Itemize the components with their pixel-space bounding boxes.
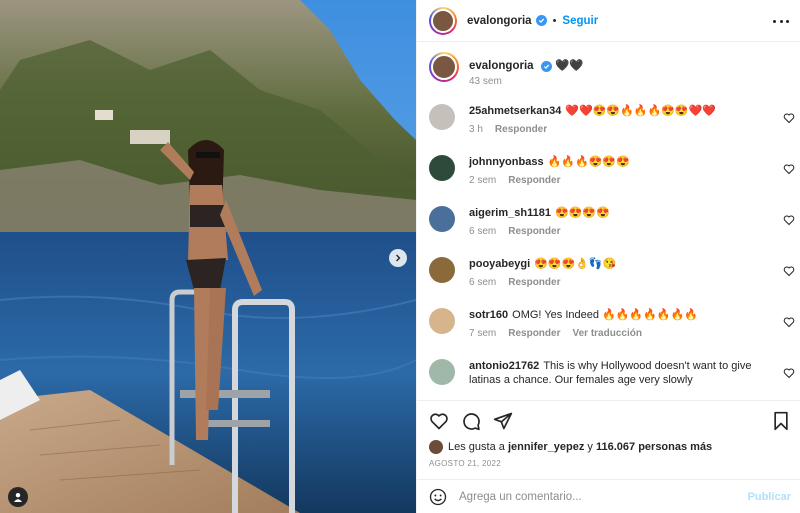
comment-text: pooyabeygi 😍😍😍👌👣😘 [469,257,769,271]
reply-button[interactable]: Responder [508,328,560,339]
comment-text: johnnyonbass 🔥🔥🔥😍😍😍 [469,155,769,169]
comment-item: johnnyonbass 🔥🔥🔥😍😍😍 2 sem Responder [429,155,800,199]
add-comment-bar: Publicar [417,479,800,513]
comment-text: sotr160 OMG! Yes Indeed 🔥🔥🔥🔥🔥🔥🔥 [469,308,769,322]
commenter-username[interactable]: 25ahmetserkan34 [469,105,561,117]
like-comment-heart-icon[interactable] [783,112,795,124]
comment-body: 😍😍😍👌👣😘 [534,258,617,270]
liker-avatar[interactable] [429,440,443,454]
heart-icon[interactable] [429,411,449,431]
comment-time: 7 sem [469,328,497,339]
verified-icon [535,15,547,26]
caption-avatar[interactable] [429,52,459,82]
likes-summary: Les gusta a jennifer_yepez y 116.067 per… [429,440,712,454]
commenter-avatar[interactable] [429,308,455,334]
like-comment-heart-icon[interactable] [783,367,795,379]
commenter-avatar[interactable] [429,155,455,181]
post-photo[interactable] [0,0,416,513]
share-icon[interactable] [493,411,513,431]
comment-time: 2 sem [469,175,497,186]
commenter-username[interactable]: aigerim_sh1181 [469,207,551,219]
reply-button[interactable]: Responder [508,277,560,288]
commenter-username[interactable]: pooyabeygi [469,258,530,270]
next-arrow-icon [396,254,401,262]
photo-scene [0,0,416,513]
reply-button[interactable]: Responder [508,226,560,237]
author-username[interactable]: evalongoria [467,15,532,27]
comment-time: 6 sem [469,277,497,288]
commenter-username[interactable]: johnnyonbass [469,156,544,168]
commenter-avatar[interactable] [429,359,455,385]
comment-body: 🔥🔥🔥😍😍😍 [547,156,630,168]
comment-time: 6 sem [469,226,497,237]
likes-count[interactable]: 116.067 personas más [596,441,712,453]
commenter-avatar[interactable] [429,104,455,130]
like-comment-heart-icon[interactable] [783,214,795,226]
post-dialog: evalongoria • Seguir evalongoria 🖤🖤 43 s… [0,0,800,513]
comment-text: aigerim_sh1181 😍😍😍😍 [469,206,769,220]
reply-button[interactable]: Responder [508,175,560,186]
publish-button[interactable]: Publicar [748,491,791,503]
likes-prefix: Les gusta a [448,441,505,453]
commenter-username[interactable]: antonio21762 [469,360,539,372]
caption-username[interactable]: evalongoria [469,60,534,72]
commenter-avatar[interactable] [429,257,455,283]
comment-body: 😍😍😍😍 [554,207,610,219]
see-translation-button[interactable]: Ver traducción [572,328,641,339]
post-side-panel: evalongoria • Seguir evalongoria 🖤🖤 43 s… [416,0,800,513]
like-comment-heart-icon[interactable] [783,163,795,175]
comment-body: OMG! Yes Indeed 🔥🔥🔥🔥🔥🔥🔥 [512,309,698,321]
follow-button[interactable]: Seguir [562,15,598,27]
like-comment-heart-icon[interactable] [783,316,795,328]
post-header: evalongoria • Seguir [417,0,800,42]
comment-text: 25ahmetserkan34 ❤️❤️😍😍🔥🔥🔥😍😍❤️❤️ [469,104,769,118]
comment-item: 25ahmetserkan34 ❤️❤️😍😍🔥🔥🔥😍😍❤️❤️ 3 h Respon… [429,104,800,148]
comment-body: ❤️❤️😍😍🔥🔥🔥😍😍❤️❤️ [565,105,717,117]
comment-item: sotr160 OMG! Yes Indeed 🔥🔥🔥🔥🔥🔥🔥 7 sem Resp… [429,308,800,352]
caption-text: evalongoria 🖤🖤 [469,58,584,72]
commenter-avatar[interactable] [429,206,455,232]
comment-icon[interactable] [461,411,481,431]
commenter-username[interactable]: sotr160 [469,309,508,321]
user-tag-icon [14,493,22,502]
caption-time: 43 sem [469,76,502,87]
emoji-icon[interactable] [429,488,447,506]
post-caption: evalongoria 🖤🖤 43 sem [429,52,789,92]
comment-input[interactable] [459,486,739,508]
comment-text: antonio21762 This is why Hollywood doesn'… [469,359,769,387]
liker-username[interactable]: jennifer_yepez [508,441,584,453]
comment-item: aigerim_sh1181 😍😍😍😍 6 sem Responder [429,206,800,250]
comment-item: antonio21762 This is why Hollywood doesn'… [429,359,800,403]
header-separator: • [552,14,557,27]
more-options-icon[interactable] [773,13,789,29]
like-comment-heart-icon[interactable] [783,265,795,277]
likes-conjunction: y [587,441,593,453]
reply-button[interactable]: Responder [495,124,547,135]
action-bar [417,400,800,438]
user-tags-button[interactable] [8,487,28,507]
bookmark-icon[interactable] [771,411,791,431]
caption-body: 🖤🖤 [554,60,584,72]
comment-item: pooyabeygi 😍😍😍👌👣😘 6 sem Responder [429,257,800,301]
next-photo-button[interactable] [389,249,407,267]
verified-icon [540,61,552,72]
comment-time: 3 h [469,124,483,135]
post-date: AGOSTO 21, 2022 [429,459,501,468]
author-avatar[interactable] [429,6,457,35]
